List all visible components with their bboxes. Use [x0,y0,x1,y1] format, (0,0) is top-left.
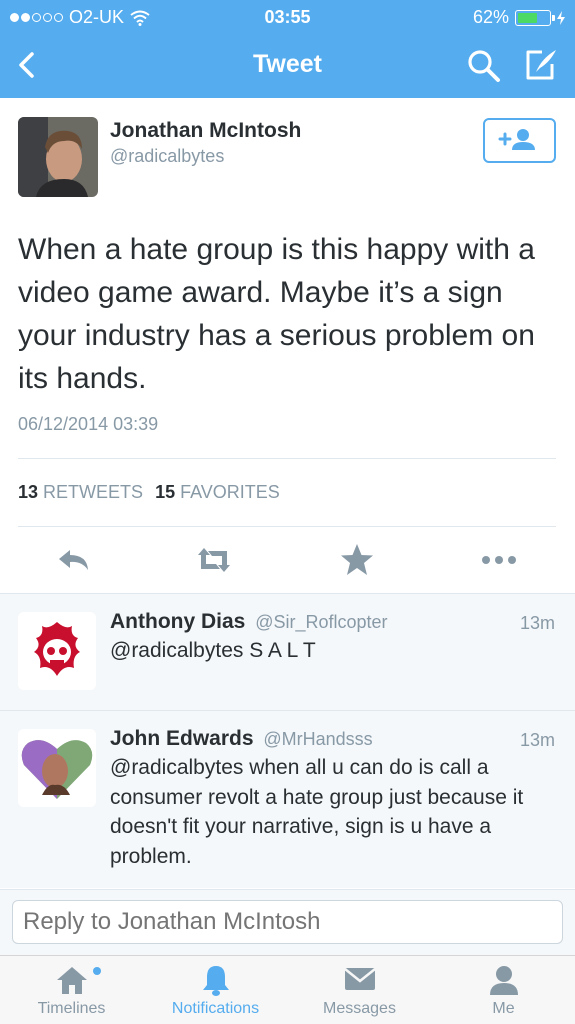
search-icon[interactable] [466,48,502,84]
author-name[interactable]: Jonathan McIntosh [110,119,301,143]
replies-list: Anthony Dias @Sir_Roflcopter 13m @radica… [0,594,575,888]
reply-author-name-text: Anthony Dias [110,610,246,633]
favorites-stat[interactable]: 15 FAVORITES [155,482,280,503]
reply-input[interactable] [12,900,563,944]
bell-icon [202,966,229,996]
add-user-icon [498,129,535,150]
tab-label: Me [492,1000,515,1017]
retweets-label: RETWEETS [43,482,144,502]
reply-author-handle: @Sir_Roflcopter [255,612,388,632]
tab-label: Timelines [37,1000,106,1017]
reply-icon[interactable] [54,540,94,580]
more-icon[interactable] [479,540,519,580]
reply-bar [0,889,575,955]
tweet-stats: 13 RETWEETS 15 FAVORITES [18,482,280,503]
home-icon [56,967,87,994]
reply-author-name-text: John Edwards [110,727,254,750]
heart-avatar-icon [18,729,96,807]
list-item[interactable]: Anthony Dias @Sir_Roflcopter 13m @radica… [0,594,575,710]
reply-text: @radicalbytes S A L T [110,639,316,662]
avatar[interactable] [18,729,96,807]
charging-icon [557,10,565,25]
follow-button[interactable] [483,118,556,163]
status-bar: O2-UK 03:55 62% [0,0,575,34]
skull-logo-icon [18,612,96,690]
tab-bar: Timelines Notifications Messages Me [0,955,575,1024]
tab-timelines[interactable]: Timelines [0,956,143,1024]
avatar-photo [18,117,98,197]
favorites-label: FAVORITES [180,482,280,502]
reply-text: @radicalbytes when all u can do is call … [110,756,524,868]
compose-icon[interactable] [522,46,560,84]
author-handle[interactable]: @radicalbytes [110,146,224,167]
divider [18,526,556,527]
tab-label: Messages [323,1000,396,1017]
reply-time: 13m [519,730,555,750]
tab-label: Notifications [171,1000,260,1017]
avatar[interactable] [18,612,96,690]
reply-author-name[interactable]: John Edwards @MrHandsss [110,727,373,751]
reply-author-handle: @MrHandsss [263,729,373,749]
battery-area: 62% [473,7,565,28]
tab-me[interactable]: Me [432,956,575,1024]
envelope-icon [343,968,376,990]
tweet-text: When a hate group is this happy with a v… [18,233,535,395]
tweet-timestamp: 06/12/2014 03:39 [18,414,159,434]
tab-messages[interactable]: Messages [288,956,431,1024]
favorites-count: 15 [155,482,176,502]
retweet-icon[interactable] [194,540,234,580]
person-icon [489,966,518,995]
reply-time: 13m [519,613,555,633]
battery-icon [515,9,555,26]
reply-author-name[interactable]: Anthony Dias @Sir_Roflcopter [110,610,388,634]
retweets-stat[interactable]: 13 RETWEETS [18,482,143,503]
favorite-icon[interactable] [337,540,377,580]
avatar[interactable] [18,117,98,197]
battery-percent: 62% [472,7,509,27]
divider [18,458,556,459]
retweets-count: 13 [18,482,39,502]
notification-dot [93,967,101,975]
tab-notifications[interactable]: Notifications [144,956,287,1024]
list-item[interactable]: John Edwards @MrHandsss 13m @radicalbyte… [0,711,575,888]
top-bar: O2-UK 03:55 62% Tweet [0,0,575,98]
